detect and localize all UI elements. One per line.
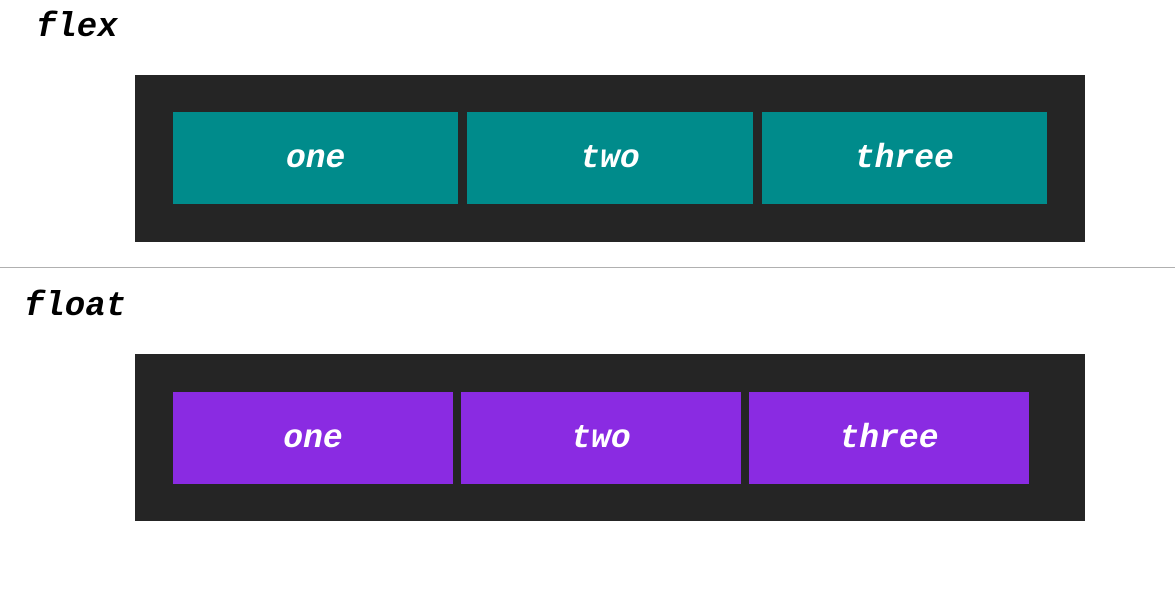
float-container: one two three [135,354,1085,521]
flex-item-three: three [761,112,1047,204]
section-divider [0,267,1175,268]
flex-container: one two three [135,75,1085,242]
float-row: one two three [173,392,1033,484]
float-section-heading: float [24,288,127,326]
flex-item-one: one [173,112,459,204]
flex-section-heading: flex [36,9,118,47]
flex-row: one two three [173,112,1047,204]
float-item-two: two [461,392,741,484]
float-item-one: one [173,392,453,484]
float-item-three: three [749,392,1029,484]
flex-item-two: two [467,112,753,204]
